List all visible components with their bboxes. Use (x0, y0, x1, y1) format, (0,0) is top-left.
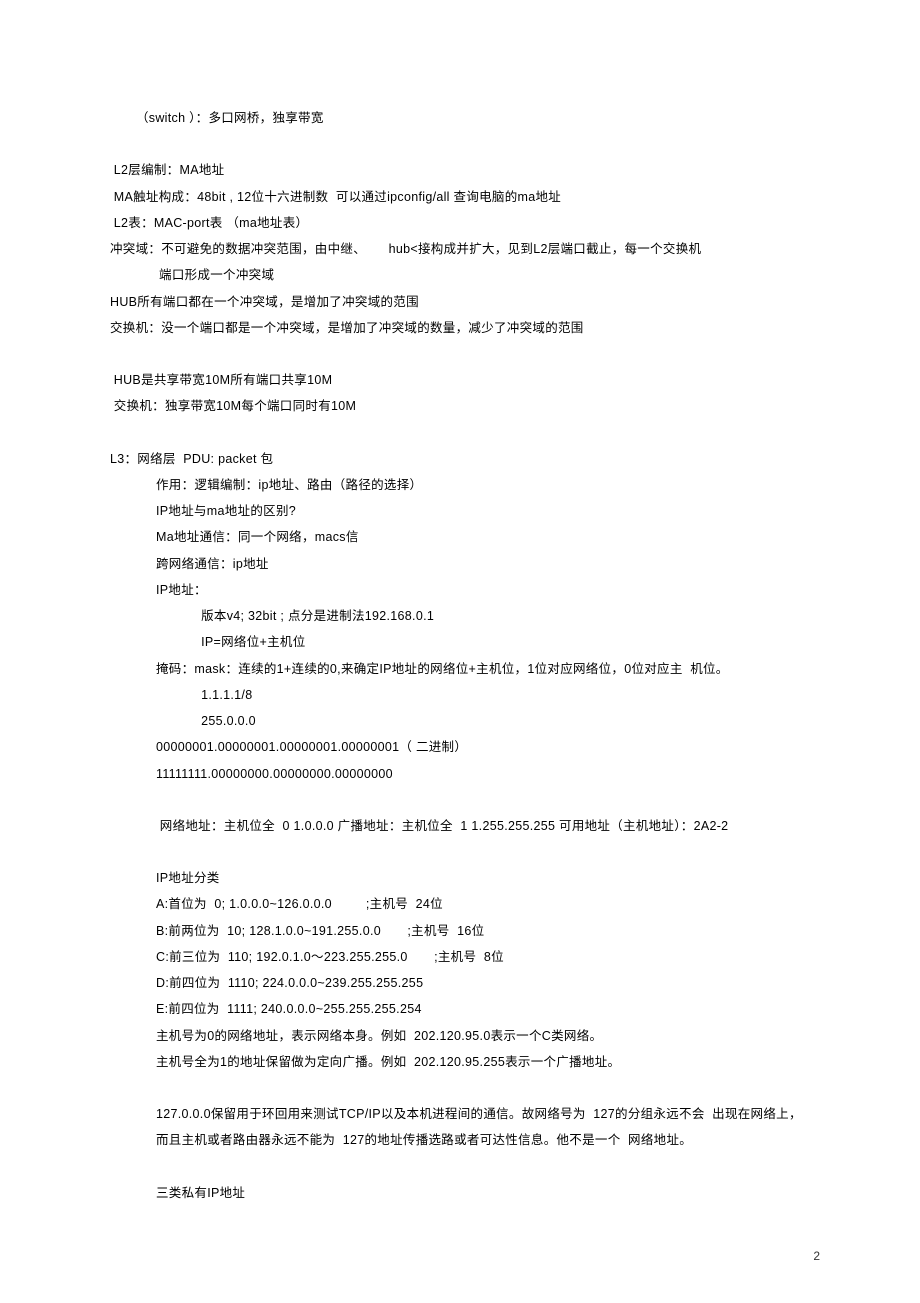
text-line: 主机号全为1的地址保留做为定向广播。例如 202.120.95.255表示一个广… (110, 1049, 820, 1075)
blank-line (110, 1154, 820, 1180)
text-line: 127.0.0.0保留用于环回用来测试TCP/IP以及本机进程间的通信。故网络号… (110, 1101, 820, 1127)
text-line: 网络地址：主机位全 0 1.0.0.0 广播地址：主机位全 1 1.255.25… (110, 813, 820, 839)
text-line: IP地址分类 (110, 865, 820, 891)
text-line: IP=网络位+主机位 (110, 629, 820, 655)
text-line: 交换机：没一个端口都是一个冲突域，是增加了冲突域的数量，减少了冲突域的范围 (110, 315, 820, 341)
page-number: 2 (813, 1249, 820, 1263)
text-line: B:前两位为 10; 128.1.0.0~191.255.0.0 ;主机号 16… (110, 918, 820, 944)
text-line: （switch ）：多口网桥，独享带宽 (110, 105, 820, 131)
text-line: D:前四位为 1110; 224.0.0.0~239.255.255.255 (110, 970, 820, 996)
text-line: 作用：逻辑编制：ip地址、路由（路径的选择） (110, 472, 820, 498)
blank-line (110, 787, 820, 813)
blank-line (110, 1075, 820, 1101)
text-line: L2表：MAC-port表 （ma地址表） (110, 210, 820, 236)
text-line: HUB所有端口都在一个冲突域，是增加了冲突域的范围 (110, 289, 820, 315)
text-line: 1.1.1.1/8 (110, 682, 820, 708)
blank-line (110, 341, 820, 367)
text-line: 而且主机或者路由器永远不能为 127的地址传播选路或者可达性信息。他不是一个 网… (110, 1127, 820, 1153)
text-line: 冲突域：不可避免的数据冲突范围，由中继、 hub<接构成并扩大，见到L2层端口截… (110, 236, 820, 262)
text-line: 交换机：独享带宽10M每个端口同时有10M (110, 393, 820, 419)
document-body: （switch ）：多口网桥，独享带宽 L2层编制：MA地址 MA触址构成：48… (110, 105, 820, 1206)
text-line: C:前三位为 110; 192.0.1.0～223.255.255.0 ;主机号… (110, 944, 820, 970)
text-line: HUB是共享带宽10M所有端口共享10M (110, 367, 820, 393)
text-line: 11111111.00000000.00000000.00000000 (110, 761, 820, 787)
text-line: IP地址与ma地址的区别? (110, 498, 820, 524)
text-line: 掩码：mask：连续的1+连续的0,来确定IP地址的网络位+主机位，1位对应网络… (110, 656, 820, 682)
text-line: L3：网络层 PDU: packet 包 (110, 446, 820, 472)
text-line: L2层编制：MA地址 (110, 157, 820, 183)
text-line: 00000001.00000001.00000001.00000001（ 二进制… (110, 734, 820, 760)
text-line: 版本v4; 32bit ; 点分是进制法192.168.0.1 (110, 603, 820, 629)
text-line: 255.0.0.0 (110, 708, 820, 734)
text-line: MA触址构成：48bit , 12位十六进制数 可以通过ipconfig/all… (110, 184, 820, 210)
text-line: A:首位为 0; 1.0.0.0~126.0.0.0 ;主机号 24位 (110, 891, 820, 917)
text-line: E:前四位为 1111; 240.0.0.0~255.255.255.254 (110, 996, 820, 1022)
text-line: 跨网络通信：ip地址 (110, 551, 820, 577)
text-line: 端口形成一个冲突域 (110, 262, 820, 288)
text-line: IP地址： (110, 577, 820, 603)
blank-line (110, 839, 820, 865)
blank-line (110, 420, 820, 446)
blank-line (110, 131, 820, 157)
text-line: Ma地址通信：同一个网络，macs信 (110, 524, 820, 550)
document-page: （switch ）：多口网桥，独享带宽 L2层编制：MA地址 MA触址构成：48… (0, 0, 920, 1303)
text-line: 主机号为0的网络地址，表示网络本身。例如 202.120.95.0表示一个C类网… (110, 1023, 820, 1049)
text-line: 三类私有IP地址 (110, 1180, 820, 1206)
